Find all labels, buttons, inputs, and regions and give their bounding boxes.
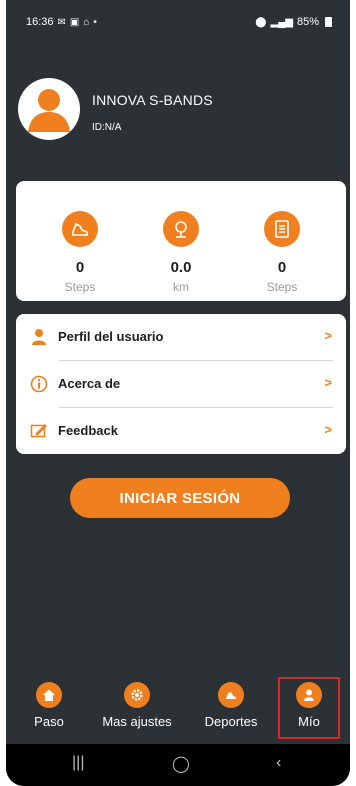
- menu-item-about[interactable]: Acerca de >: [16, 361, 346, 407]
- stat-unit: Steps: [64, 280, 96, 294]
- avatar[interactable]: [18, 78, 80, 140]
- battery-icon: [325, 17, 332, 27]
- app-screen: 16:36 ✉ ▣ ⌂ • ⬤ ▂▄▆ 85% INNOVA S-BANDS I…: [6, 0, 350, 786]
- profile-header[interactable]: INNOVA S-BANDS ID:N/A: [18, 78, 338, 144]
- chevron-right-icon: >: [324, 375, 332, 390]
- status-right: ⬤ ▂▄▆ 85%: [255, 16, 332, 28]
- info-icon: [30, 375, 48, 393]
- home-icon: [36, 682, 62, 708]
- chevron-right-icon: >: [324, 328, 332, 343]
- status-time: 16:36: [26, 16, 54, 28]
- chevron-right-icon: >: [324, 422, 332, 437]
- back-button[interactable]: ‹: [276, 754, 281, 772]
- tab-label: Deportes: [204, 714, 258, 729]
- dot-icon: •: [93, 16, 97, 28]
- location-icon: ⬤: [255, 16, 267, 28]
- location-pin-icon: [163, 211, 199, 247]
- avatar-person-icon: [28, 89, 70, 132]
- gallery-icon: ▣: [69, 16, 80, 28]
- stat-unit: km: [173, 280, 189, 294]
- system-nav-bar: ||| ◯ ‹: [6, 744, 350, 786]
- shoe-icon: [62, 211, 98, 247]
- list-icon: [264, 211, 300, 247]
- stat-value: 0.0: [170, 259, 192, 276]
- status-left: 16:36 ✉ ▣ ⌂ •: [26, 16, 97, 28]
- stat-unit: Steps: [266, 280, 298, 294]
- tab-paso[interactable]: Paso: [24, 682, 74, 729]
- stat-value: 0: [277, 259, 287, 276]
- profile-name: INNOVA S-BANDS: [92, 92, 213, 108]
- menu-item-label: Feedback: [58, 423, 118, 438]
- menu-item-user-profile[interactable]: Perfil del usuario >: [16, 314, 346, 360]
- menu-card: Perfil del usuario > Acerca de > Feedbac…: [16, 314, 346, 454]
- stat-distance: 0.0 km: [141, 211, 221, 294]
- running-icon: [218, 682, 244, 708]
- home-button[interactable]: ◯: [172, 754, 190, 774]
- feedback-icon: [30, 424, 47, 438]
- notification-icon: ✉: [57, 16, 66, 28]
- stat-steps-2: 0 Steps: [242, 211, 322, 294]
- stat-steps: 0 Steps: [40, 211, 120, 294]
- tab-mas-ajustes[interactable]: Mas ajustes: [94, 682, 180, 729]
- stats-card: 0 Steps 0.0 km 0 Steps: [16, 181, 346, 301]
- profile-id: ID:N/A: [92, 122, 122, 133]
- settings-icon: [124, 682, 150, 708]
- stat-value: 0: [75, 259, 85, 276]
- status-bar: 16:36 ✉ ▣ ⌂ • ⬤ ▂▄▆ 85%: [6, 0, 350, 44]
- recents-button[interactable]: |||: [72, 754, 84, 772]
- user-icon: [32, 329, 46, 345]
- menu-item-label: Perfil del usuario: [58, 329, 164, 344]
- tab-label: Paso: [34, 714, 64, 729]
- login-button[interactable]: INICIAR SESIÓN: [70, 478, 290, 518]
- menu-item-label: Acerca de: [58, 376, 121, 391]
- bag-icon: ⌂: [83, 16, 90, 28]
- battery-percent: 85%: [296, 16, 319, 28]
- menu-item-feedback[interactable]: Feedback >: [16, 408, 346, 454]
- signal-icon: ▂▄▆: [270, 16, 293, 28]
- tab-label: Mas ajustes: [102, 714, 172, 729]
- selection-highlight: [278, 677, 340, 739]
- tab-deportes[interactable]: Deportes: [198, 682, 264, 729]
